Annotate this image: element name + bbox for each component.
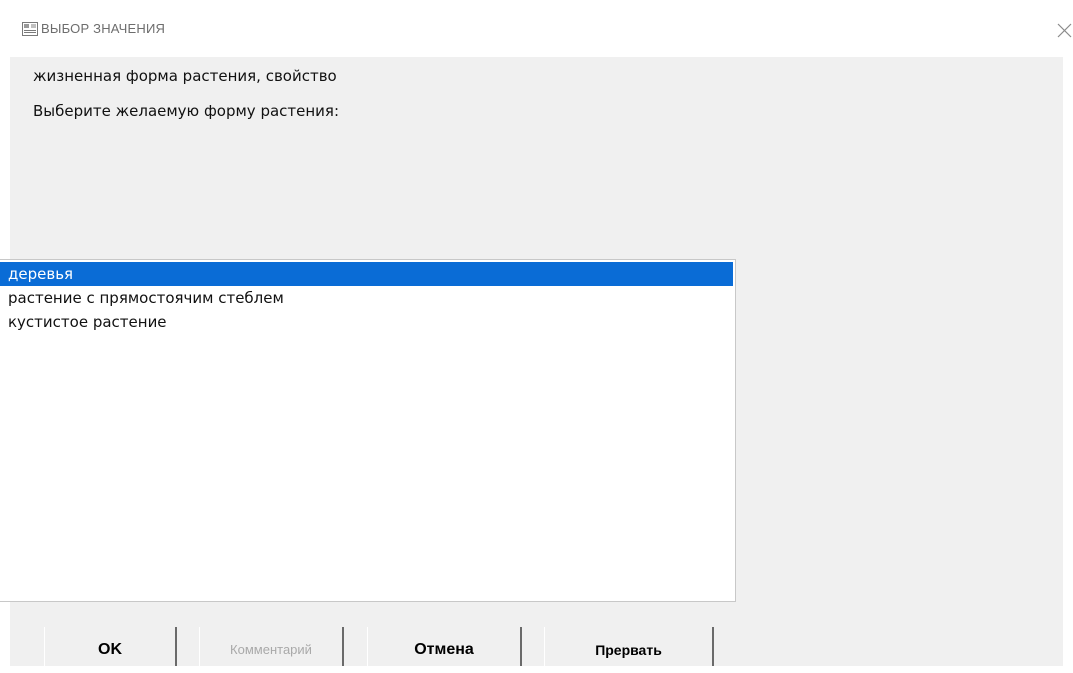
- dialog-right-edge: [1063, 57, 1073, 666]
- prompt-label: Выберите желаемую форму растения:: [33, 102, 339, 120]
- title-bar: ВЫБОР ЗНАЧЕНИЯ: [0, 0, 1073, 57]
- comment-button[interactable]: Комментарий: [199, 627, 344, 666]
- property-label: жизненная форма растения, свойство: [33, 67, 337, 85]
- abort-button[interactable]: Прервать: [544, 627, 714, 666]
- list-item-trees[interactable]: деревья: [0, 262, 733, 286]
- plant-form-listbox[interactable]: деревья растение с прямостоячим стеблем …: [0, 259, 736, 602]
- app-window-icon: [22, 22, 38, 36]
- list-item-bushy-plant[interactable]: кустистое растение: [0, 310, 733, 334]
- list-item-upright-stem[interactable]: растение с прямостоячим стеблем: [0, 286, 733, 310]
- close-icon[interactable]: [1052, 16, 1073, 42]
- window-title: ВЫБОР ЗНАЧЕНИЯ: [41, 21, 166, 36]
- cancel-button[interactable]: Отмена: [367, 627, 522, 666]
- ok-button[interactable]: OK: [44, 627, 177, 666]
